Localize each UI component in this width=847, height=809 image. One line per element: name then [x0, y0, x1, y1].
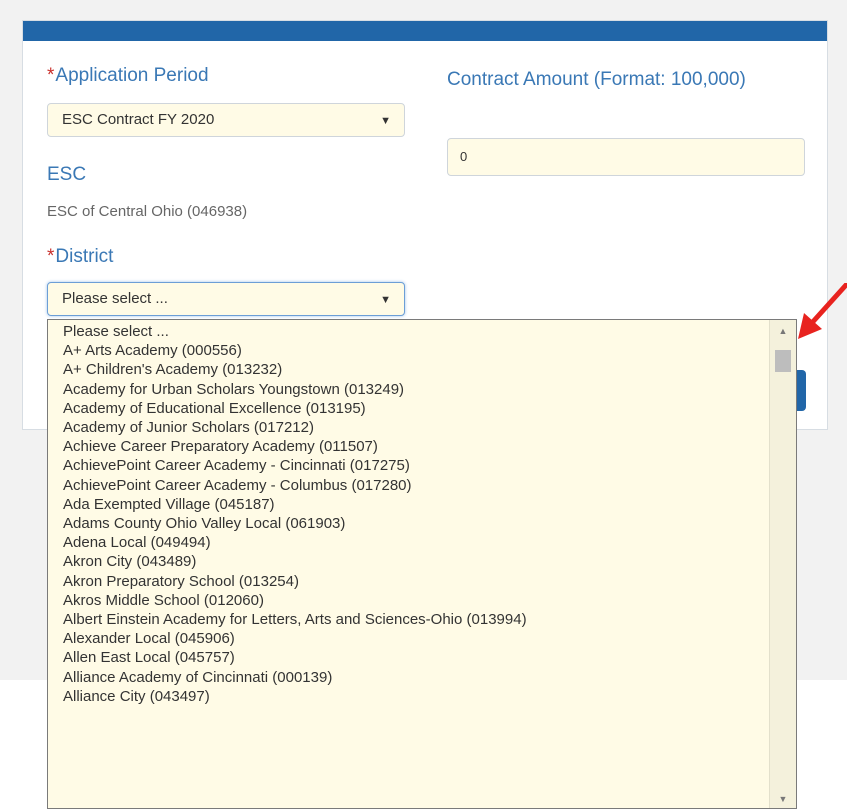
dropdown-option[interactable]: Allen East Local (045757): [48, 648, 770, 667]
scroll-up-icon[interactable]: ▲: [770, 322, 796, 340]
chevron-down-icon: ▼: [380, 115, 391, 127]
application-period-label: *Application Period: [47, 64, 209, 88]
dropdown-option[interactable]: Please select ...: [48, 322, 770, 341]
chevron-down-icon: ▼: [380, 294, 391, 306]
submit-button[interactable]: [797, 370, 806, 411]
dropdown-option[interactable]: Alliance Academy of Cincinnati (000139): [48, 668, 770, 687]
district-dropdown-list[interactable]: Please select ... A+ Arts Academy (000556…: [47, 319, 797, 809]
district-label-text: District: [55, 246, 114, 267]
dropdown-option[interactable]: Academy of Educational Excellence (01319…: [48, 399, 770, 418]
district-select[interactable]: Please select ... ▼: [47, 282, 405, 316]
dropdown-option[interactable]: Adena Local (049494): [48, 533, 770, 552]
dropdown-option[interactable]: Academy for Urban Scholars Youngstown (0…: [48, 380, 770, 399]
dropdown-option[interactable]: Achieve Career Preparatory Academy (0115…: [48, 437, 770, 456]
required-mark: *: [47, 65, 55, 86]
dropdown-option[interactable]: Albert Einstein Academy for Letters, Art…: [48, 610, 770, 629]
dropdown-option[interactable]: Alliance City (043497): [48, 687, 770, 706]
dropdown-scrollbar[interactable]: ▲ ▼: [769, 320, 796, 808]
scroll-down-icon[interactable]: ▼: [770, 790, 796, 808]
district-label: *District: [47, 245, 113, 269]
scroll-thumb[interactable]: [775, 350, 791, 372]
esc-label: ESC: [47, 164, 87, 185]
application-period-label-text: Application Period: [55, 65, 209, 86]
contract-amount-input[interactable]: 0: [447, 138, 805, 176]
application-period-select[interactable]: ESC Contract FY 2020 ▼: [47, 103, 405, 137]
dropdown-option[interactable]: Akron City (043489): [48, 552, 770, 571]
dropdown-option[interactable]: Akros Middle School (012060): [48, 591, 770, 610]
dropdown-option[interactable]: A+ Children's Academy (013232): [48, 360, 770, 379]
contract-amount-label: Contract Amount (Format: 100,000): [447, 69, 746, 90]
dropdown-option[interactable]: AchievePoint Career Academy - Cincinnati…: [48, 456, 770, 475]
dropdown-option[interactable]: Academy of Junior Scholars (017212): [48, 418, 770, 437]
required-mark: *: [47, 246, 55, 267]
dropdown-option[interactable]: Ada Exempted Village (045187): [48, 495, 770, 514]
dropdown-option[interactable]: Adams County Ohio Valley Local (061903): [48, 514, 770, 533]
card-header-bar: [23, 21, 827, 41]
dropdown-option[interactable]: Akron Preparatory School (013254): [48, 572, 770, 591]
dropdown-option[interactable]: Alexander Local (045906): [48, 629, 770, 648]
red-arrow-annotation-icon: [798, 283, 847, 339]
district-selected-value: Please select ...: [62, 290, 168, 307]
esc-value: ESC of Central Ohio (046938): [47, 203, 248, 220]
dropdown-option[interactable]: AchievePoint Career Academy - Columbus (…: [48, 476, 770, 495]
application-period-selected-value: ESC Contract FY 2020: [62, 111, 215, 128]
dropdown-option[interactable]: A+ Arts Academy (000556): [48, 341, 770, 360]
